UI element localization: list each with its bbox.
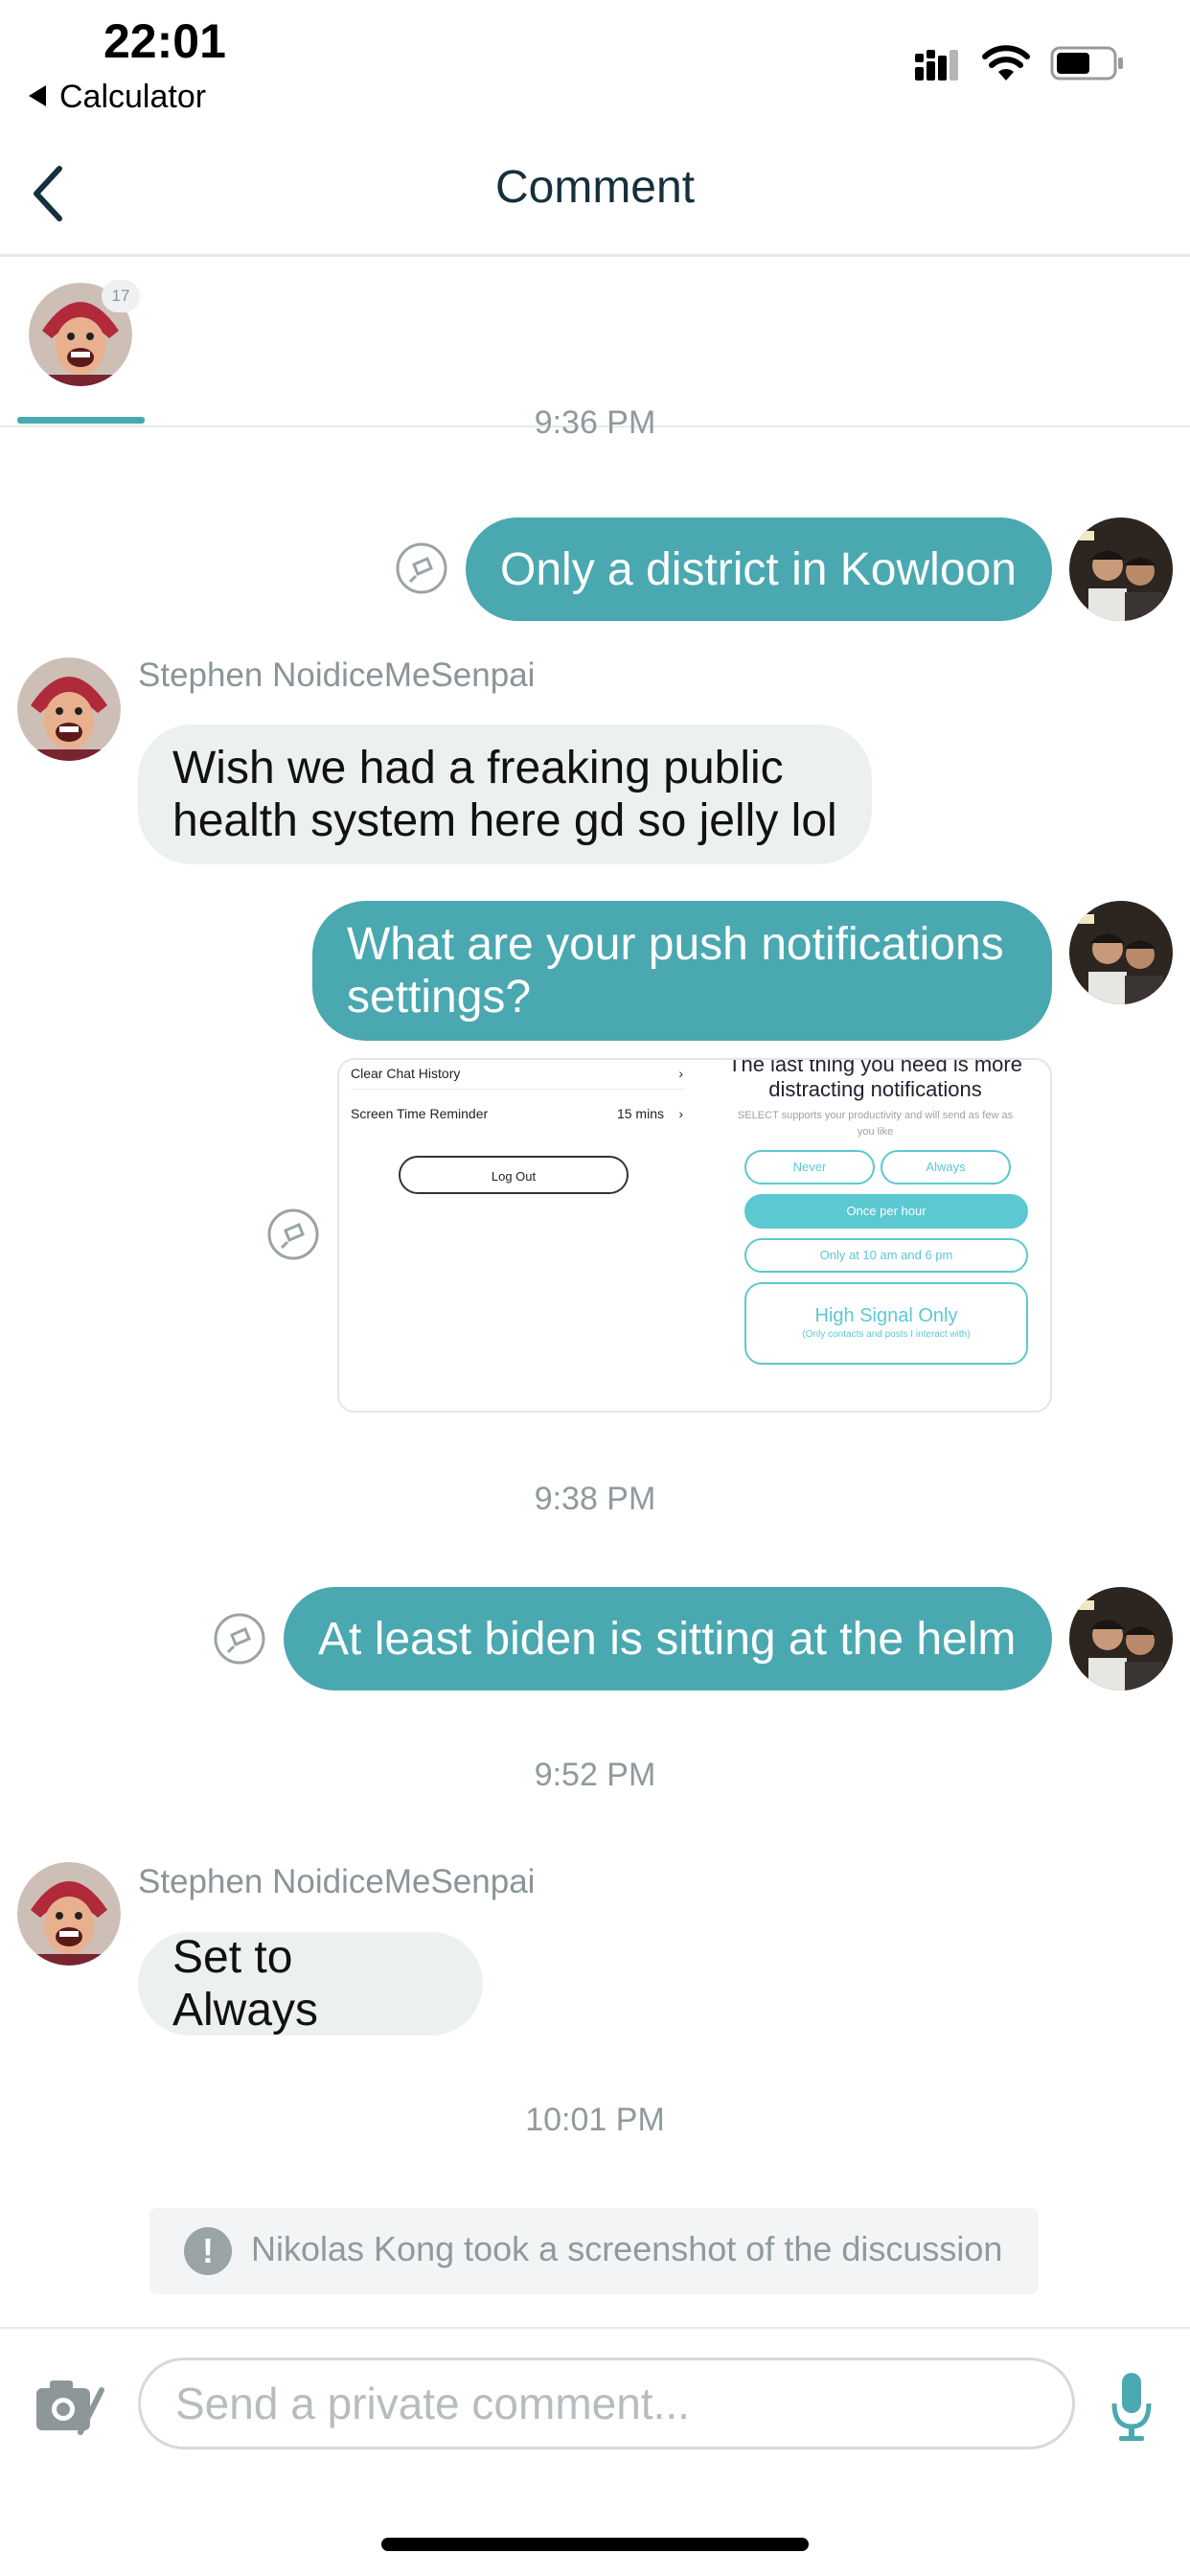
seen-icon (267, 1208, 319, 1260)
divider (351, 1089, 685, 1090)
alert-icon: ! (184, 2227, 232, 2275)
notifications-subtitle: SELECT supports your productivity and wi… (737, 1110, 1014, 1138)
microphone-icon[interactable] (1110, 2371, 1154, 2444)
avatar[interactable] (1069, 1587, 1173, 1690)
avatar[interactable] (17, 657, 121, 761)
sender-name: Stephen NoidiceMeSenpai (138, 1863, 536, 1900)
timestamp: 9:36 PM (0, 410, 1190, 445)
status-time: 22:01 (103, 14, 226, 68)
seen-icon (396, 542, 447, 594)
incoming-message[interactable]: Wish we had a freaking public health sys… (138, 724, 872, 864)
option-only-at: Only at 10 am and 6 pm (744, 1238, 1028, 1273)
timestamp: 10:01 PM (525, 2102, 665, 2138)
row-label: Clear Chat History (351, 1066, 461, 1081)
timestamp: 9:38 PM (534, 1481, 656, 1517)
back-triangle-icon (29, 85, 46, 107)
message-text: At least biden is sitting at the helm (318, 1613, 1017, 1665)
option-label: High Signal Only (814, 1305, 958, 1326)
seen-icon (214, 1613, 265, 1665)
back-to-app-link[interactable]: Calculator (29, 79, 206, 116)
home-indicator[interactable] (381, 2538, 809, 2551)
message-text: What are your push notifications setting… (347, 919, 1004, 1023)
option-sublabel: (Only contacts and posts I interact with… (802, 1329, 971, 1340)
settings-panel: Clear Chat History › Screen Time Reminde… (339, 1060, 697, 1411)
avatar[interactable] (1069, 901, 1173, 1004)
outgoing-message[interactable]: What are your push notifications setting… (312, 901, 1052, 1041)
avatar[interactable] (1069, 518, 1173, 621)
wifi-icon (982, 45, 1030, 80)
shared-screenshot-image[interactable]: Clear Chat History › Screen Time Reminde… (337, 1058, 1052, 1413)
screen-time-row: Screen Time Reminder 15 mins › (351, 1106, 685, 1121)
message-text: Only a district in Kowloon (500, 543, 1017, 595)
message-text: Wish we had a freaking public health sys… (172, 743, 837, 846)
option-always: Always (881, 1150, 1011, 1184)
divider (0, 254, 1190, 257)
clear-chat-row: Clear Chat History › (351, 1066, 685, 1081)
row-value: 15 mins (616, 1106, 664, 1121)
comment-input[interactable] (138, 2358, 1075, 2450)
outgoing-message[interactable]: Only a district in Kowloon (466, 518, 1052, 621)
avatar[interactable] (17, 1862, 121, 1966)
chevron-right-icon: › (678, 1106, 683, 1121)
camera-icon[interactable] (34, 2375, 107, 2436)
page-title: Comment (494, 162, 696, 213)
message-text: Set to Always (172, 1932, 319, 2036)
notifications-title: The last thing you need is more distract… (728, 1058, 1022, 1101)
outgoing-message[interactable]: At least biden is sitting at the helm (284, 1587, 1052, 1690)
chevron-right-icon: › (678, 1066, 683, 1081)
incoming-message[interactable]: Set to Always (138, 1932, 483, 2036)
option-never: Never (744, 1150, 875, 1184)
row-label: Screen Time Reminder (351, 1106, 489, 1121)
timestamp-text: 9:36 PM (534, 410, 656, 441)
notice-text: Nikolas Kong took a screenshot of the di… (251, 2229, 1003, 2268)
divider (0, 2327, 1190, 2329)
option-once-per-hour: Once per hour (744, 1194, 1028, 1229)
participant-count-badge: 17 (102, 280, 140, 312)
sender-name: Stephen NoidiceMeSenpai (138, 656, 536, 694)
notifications-panel: The last thing you need is more distract… (697, 1058, 1050, 1411)
back-app-label: Calculator (59, 79, 207, 115)
option-high-signal: High Signal Only (Only contacts and post… (744, 1282, 1028, 1365)
battery-icon (1050, 46, 1123, 80)
logout-button: Log Out (399, 1156, 629, 1194)
signal-icon (915, 50, 958, 80)
timestamp: 9:52 PM (534, 1757, 656, 1793)
